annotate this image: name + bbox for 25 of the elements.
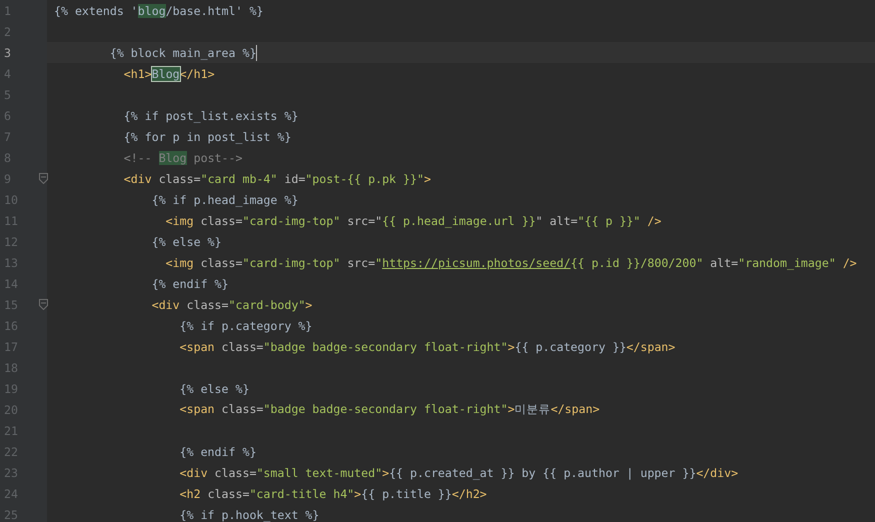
line-number: 3 — [3, 46, 12, 60]
code-line: {% if p.category %} — [178, 318, 312, 332]
code-line: <span class="badge badge-secondary float-right">{{ p.category }}</span> — [178, 340, 676, 354]
code-line: <div class="small text-muted">{{ p.created_at }} by {{ p.author | upper }}</div> — [178, 466, 738, 480]
code-line: {% extends 'blog/base.html' %} — [54, 4, 264, 18]
code-line: <!-- Blog post--> — [122, 150, 242, 164]
code-line: <div class="card-body"> — [150, 298, 312, 312]
code-line: <h1>Blog</h1> — [122, 66, 215, 80]
code-line: <div class="card mb-4" id="post-{{ p.pk }}"> — [122, 172, 431, 186]
code-line: {% for p in post_list %} — [122, 130, 292, 144]
code-line: {% if p.head_image %} — [150, 192, 298, 206]
code-line: {% endif %} — [150, 276, 229, 290]
code-line: <h2 class="card-title h4">{{ p.title }}</h2> — [178, 486, 487, 500]
code-line: {% if p.hook_text %} — [178, 508, 320, 522]
code-line: <img class="card-img-top" src="https://picsum.photos/seed/{{ p.id }}/800/200" alt="random_image" /> — [164, 256, 857, 270]
code-line: <span class="badge badge-secondary float-right">미분류</span> — [178, 402, 600, 417]
code-line: {% if post_list.exists %} — [122, 108, 298, 122]
code-line: {% else %} — [150, 234, 222, 248]
code-line: {% block main_area %} — [108, 46, 256, 60]
code-line: {% endif %} — [178, 444, 256, 458]
fold-icon[interactable] — [38, 299, 48, 310]
text-cursor — [256, 44, 258, 60]
code-line: <img class="card-img-top" src="{{ p.head_image.url }}" alt="{{ p }}" /> — [164, 214, 662, 228]
fold-icon[interactable] — [38, 173, 48, 184]
code-line: {% else %} — [178, 382, 250, 396]
